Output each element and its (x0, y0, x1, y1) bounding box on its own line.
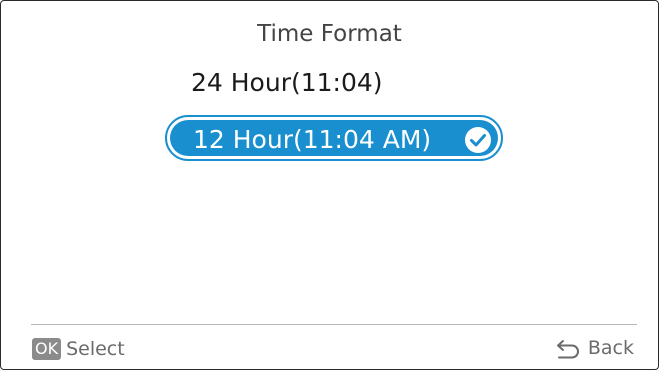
time-format-screen: Time Format 24 Hour(11:04) 12 Hour(11:04… (0, 0, 659, 370)
ok-badge: OK (32, 338, 62, 360)
back-label: Back (587, 337, 634, 359)
option-12-hour-label: 12 Hour(11:04 AM) (193, 125, 432, 154)
footer-divider (31, 324, 637, 325)
checkmark-circle-icon (465, 127, 491, 153)
select-label: Select (66, 338, 125, 360)
return-arrow-icon (556, 340, 579, 359)
page-title: Time Format (257, 21, 402, 47)
back-button[interactable]: Back (555, 337, 634, 359)
select-hint[interactable]: OK Select (32, 338, 125, 360)
option-24-hour[interactable]: 24 Hour(11:04) (191, 68, 383, 97)
option-12-hour[interactable]: 12 Hour(11:04 AM) (165, 115, 503, 161)
selected-highlight: 12 Hour(11:04 AM) (170, 120, 498, 156)
